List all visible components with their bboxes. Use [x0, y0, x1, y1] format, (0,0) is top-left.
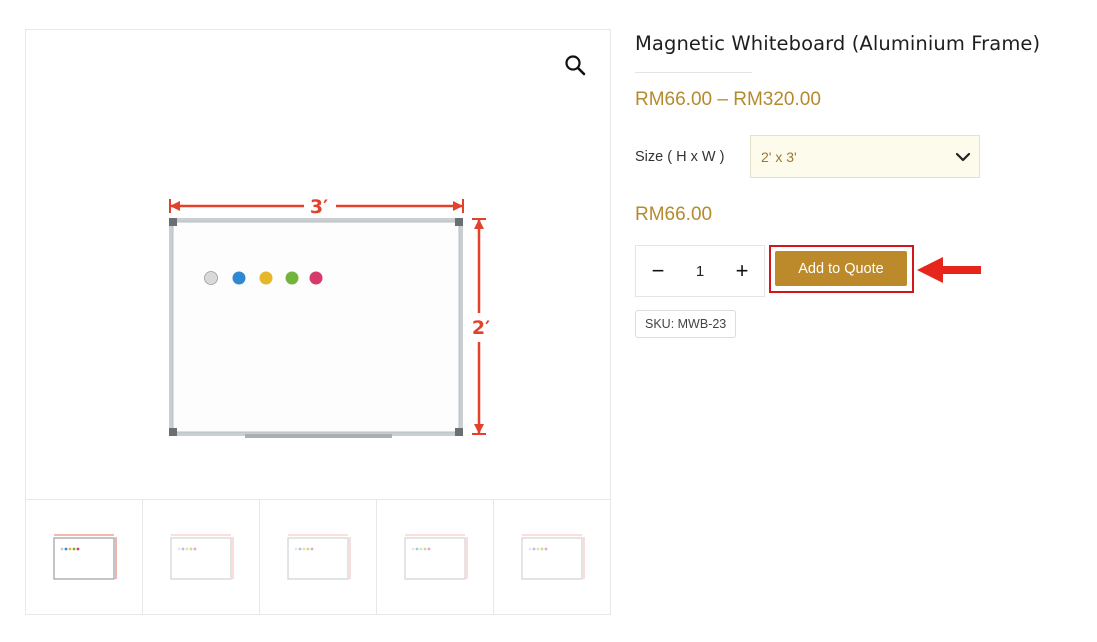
quantity-stepper: − + — [635, 245, 765, 297]
size-label: Size ( H x W ) — [635, 148, 725, 165]
magnet-pink — [309, 271, 323, 285]
magnet-blue — [232, 271, 246, 285]
width-dimension: 3′ — [169, 196, 464, 218]
chevron-down-icon — [955, 150, 971, 169]
selected-price: RM66.00 — [635, 204, 713, 225]
width-label: 3′ — [310, 196, 328, 218]
quantity-input[interactable] — [680, 260, 720, 282]
red-arrow-left-icon — [917, 255, 983, 290]
size-variation: Size ( H x W ) 2' x 3' — [635, 135, 1075, 178]
size-select-value: 2' x 3' — [761, 149, 797, 165]
thumbnail-image — [53, 534, 117, 580]
magnifier-icon[interactable] — [562, 52, 588, 78]
magnet-yellow — [259, 271, 273, 285]
thumbnail-strip — [26, 499, 610, 614]
product-gallery: 3′ 2′ — [25, 29, 611, 615]
thumbnail-image — [404, 534, 468, 580]
magnet-green — [285, 271, 299, 285]
height-dimension: 2′ — [472, 218, 490, 435]
add-to-quote-button[interactable]: Add to Quote — [775, 251, 907, 286]
quantity-increase-button[interactable]: + — [730, 259, 754, 283]
thumbnail-2[interactable] — [143, 500, 260, 614]
product-summary: Magnetic Whiteboard (Aluminium Frame) RM… — [635, 29, 1075, 338]
main-product-image[interactable]: 3′ 2′ — [26, 30, 610, 499]
thumbnail-4[interactable] — [377, 500, 494, 614]
add-to-quote-form: − + Add to Quote — [635, 245, 1075, 297]
thumbnail-1[interactable] — [26, 500, 143, 614]
thumbnail-5[interactable] — [494, 500, 610, 614]
whiteboard-illustration: 3′ 2′ — [169, 196, 490, 438]
quantity-decrease-button[interactable]: − — [646, 259, 670, 283]
height-label: 2′ — [472, 317, 490, 339]
thumbnail-image — [287, 534, 351, 580]
product-title: Magnetic Whiteboard (Aluminium Frame) — [635, 32, 1041, 55]
thumbnail-image — [170, 534, 234, 580]
price-range: RM66.00 – RM320.00 — [635, 89, 821, 110]
thumbnail-3[interactable] — [260, 500, 377, 614]
thumbnail-image — [521, 534, 585, 580]
whiteboard — [169, 218, 463, 438]
magnet-grey — [204, 271, 218, 285]
size-select[interactable]: 2' x 3' — [750, 135, 980, 178]
title-divider — [635, 72, 752, 73]
sku-badge: SKU: MWB-23 — [635, 310, 737, 338]
